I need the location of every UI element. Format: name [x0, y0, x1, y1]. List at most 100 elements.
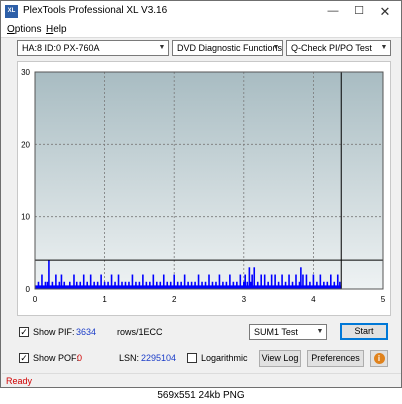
data-bar — [176, 281, 179, 289]
menu-options[interactable]: Options — [7, 24, 41, 35]
data-bar — [298, 281, 301, 289]
data-bar — [274, 274, 276, 289]
data-bar — [121, 281, 123, 289]
status-bar: Ready — [2, 373, 401, 387]
view-log-button[interactable]: View Log — [259, 350, 301, 367]
data-bar — [333, 281, 336, 289]
data-bar — [86, 281, 88, 289]
data-bar — [60, 274, 63, 289]
show-pif-label: Show PIF: — [33, 327, 75, 337]
data-bar — [270, 274, 273, 289]
chart-svg: 0 1 2 3 4 5 0 10 20 30 — [21, 68, 386, 304]
data-bar — [229, 274, 231, 289]
y-tick-label: 30 — [21, 68, 30, 77]
window-title: PlexTools Professional XL V3.16 — [23, 5, 168, 16]
plot-area — [35, 72, 383, 289]
sum-test-select[interactable]: SUM1 Test ▼ — [249, 324, 327, 340]
title-bar[interactable]: XL PlexTools Professional XL V3.16 — ☐ ✕ — [1, 1, 401, 22]
x-tick-label: 2 — [172, 295, 177, 304]
show-pof-checkbox[interactable]: ✓ — [19, 353, 29, 363]
data-bar — [197, 274, 200, 289]
preferences-button[interactable]: Preferences — [307, 350, 364, 367]
show-pof-label: Show POF: — [33, 353, 80, 363]
data-bar — [162, 274, 165, 289]
data-bar — [156, 281, 158, 289]
image-caption: 569x551 24kb PNG — [0, 388, 402, 404]
data-bar — [218, 274, 221, 289]
data-bar — [103, 281, 106, 289]
data-bar — [63, 281, 66, 289]
menu-options-accel: O — [7, 24, 15, 35]
data-bar — [300, 267, 302, 289]
data-bar — [256, 281, 259, 289]
y-tick-label: 10 — [21, 213, 30, 222]
menu-bar: Options Help — [1, 22, 401, 38]
data-bar — [336, 274, 339, 289]
drive-select[interactable]: HA:8 ID:0 PX-760A ▼ — [17, 40, 169, 56]
data-bar — [263, 274, 266, 289]
data-bar — [215, 281, 217, 289]
pif-unit: rows/1ECC — [117, 327, 163, 337]
data-bar — [239, 274, 242, 289]
data-bar — [243, 281, 245, 289]
maximize-button[interactable]: ☐ — [346, 1, 372, 22]
data-bar — [79, 281, 82, 289]
close-button[interactable]: ✕ — [372, 1, 398, 22]
data-bar — [169, 281, 172, 289]
data-bar — [110, 274, 113, 289]
data-bar — [312, 274, 315, 289]
menu-options-label: ptions — [14, 24, 42, 35]
data-bar — [267, 281, 269, 289]
data-bar — [69, 281, 71, 289]
x-tick-label: 0 — [33, 295, 38, 304]
data-bar — [253, 267, 256, 289]
data-bar — [211, 281, 214, 289]
data-bar — [246, 281, 249, 289]
data-bar — [281, 274, 283, 289]
data-bar — [55, 274, 57, 289]
data-bar — [190, 281, 193, 289]
data-bar — [41, 274, 43, 289]
chevron-down-icon: ▼ — [316, 328, 324, 335]
data-bar — [288, 274, 290, 289]
show-pif-checkbox[interactable]: ✓ — [19, 327, 29, 337]
lsn-label: LSN: — [119, 353, 140, 363]
minimize-button[interactable]: — — [320, 1, 346, 22]
data-bar — [302, 274, 304, 289]
data-bar — [173, 274, 175, 289]
chevron-down-icon: ▼ — [158, 44, 166, 51]
data-bar — [149, 281, 151, 289]
data-bar — [260, 274, 262, 289]
data-bar — [183, 274, 186, 289]
data-bar — [316, 281, 318, 289]
data-bar — [208, 274, 210, 289]
start-button[interactable]: Start — [340, 323, 388, 340]
menu-help[interactable]: Help — [46, 24, 67, 35]
data-bar — [114, 281, 116, 289]
info-button[interactable]: i — [370, 350, 388, 367]
x-tick-label: 1 — [102, 295, 107, 304]
data-bar — [37, 281, 40, 289]
logarithmic-checkbox[interactable] — [187, 353, 197, 363]
data-bar — [284, 281, 287, 289]
data-bar — [138, 281, 141, 289]
function-select[interactable]: DVD Diagnostic Functions ▼ — [172, 40, 283, 56]
data-bar — [93, 281, 95, 289]
data-bar — [251, 274, 253, 289]
data-bar — [107, 281, 109, 289]
data-bar — [204, 281, 207, 289]
data-bar — [166, 281, 169, 289]
data-bar — [131, 274, 134, 289]
data-bar — [117, 274, 120, 289]
data-bar — [82, 274, 85, 289]
test-select[interactable]: Q-Check PI/PO Test ▼ — [286, 40, 391, 56]
sum-test-value: SUM1 Test — [254, 327, 298, 337]
data-bar — [339, 281, 341, 289]
main-window: XL PlexTools Professional XL V3.16 — ☐ ✕… — [0, 0, 402, 388]
data-bar — [44, 281, 47, 289]
data-bar — [135, 281, 137, 289]
data-bar — [100, 274, 102, 289]
x-tick-label: 5 — [381, 295, 386, 304]
data-bar — [142, 274, 144, 289]
data-bar — [180, 281, 182, 289]
